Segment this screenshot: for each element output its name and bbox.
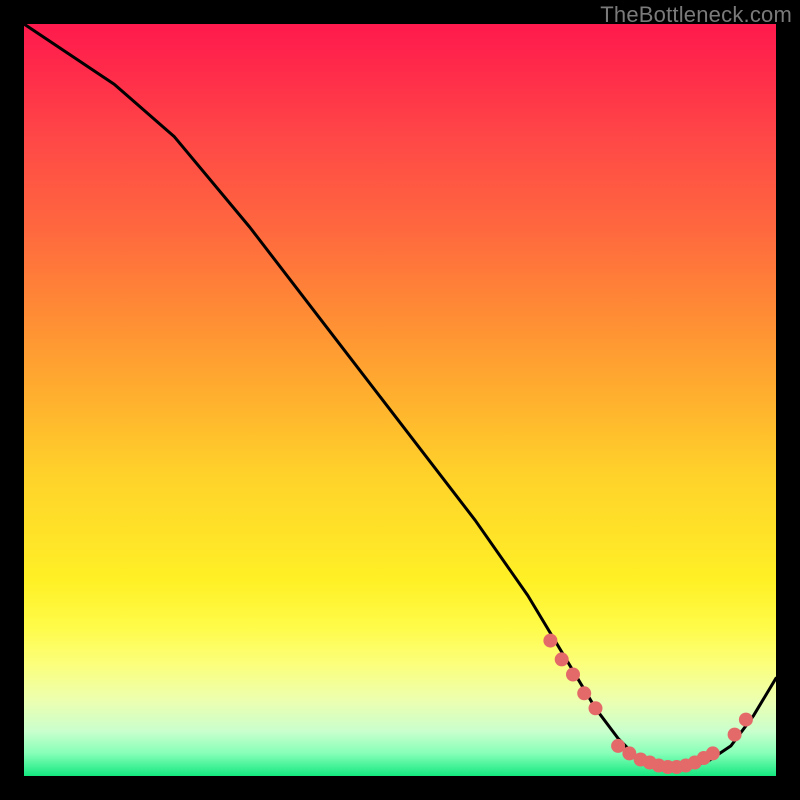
chart-plot-area (24, 24, 776, 776)
chart-svg (24, 24, 776, 776)
chart-container: TheBottleneck.com (0, 0, 800, 800)
chart-line (24, 24, 776, 769)
